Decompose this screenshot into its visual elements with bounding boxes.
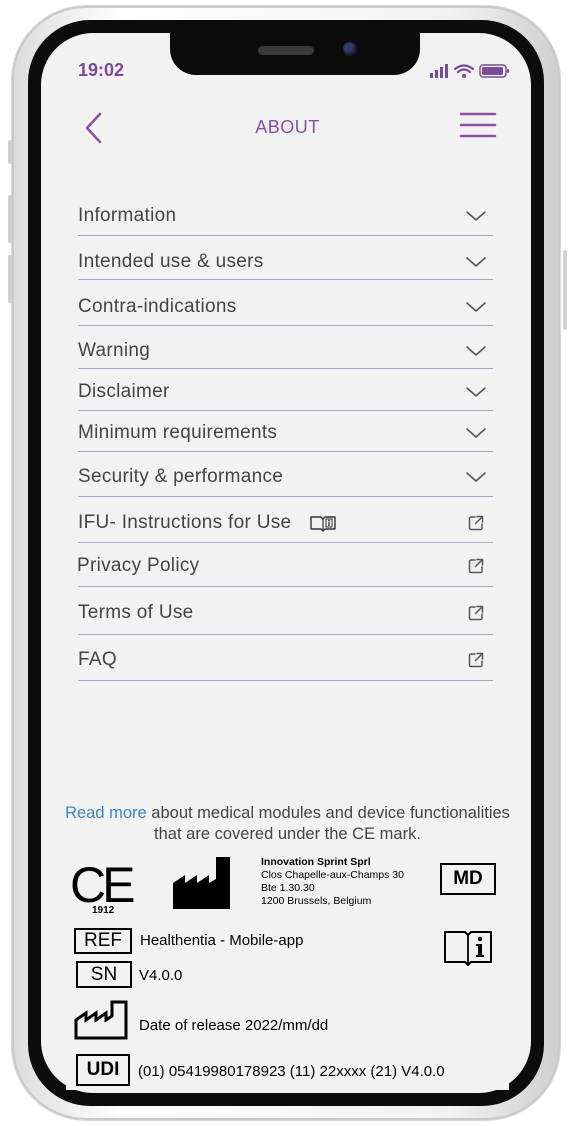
status-icons: [430, 64, 509, 78]
menu-item-label-group: IFU- Instructions for Use: [78, 512, 337, 534]
menu-item-terms-of-use[interactable]: Terms of Use: [78, 592, 493, 635]
ref-symbol: REF: [74, 928, 132, 954]
menu-item-privacy-policy[interactable]: Privacy Policy: [77, 546, 493, 587]
ce-info-body: about medical modules and device functio…: [146, 804, 510, 843]
ce-mark: CE: [70, 857, 135, 913]
wifi-icon-dot: [462, 74, 466, 78]
ifu-book-icon: [310, 515, 337, 532]
status-time: 19:02: [78, 60, 125, 80]
menu-item-intended-use[interactable]: Intended use & users: [78, 244, 493, 280]
manufacturer-address-line: Clos Chapelle-aux-Champs 30: [261, 869, 404, 881]
front-camera: [343, 42, 357, 56]
ifu-book-icon: [444, 931, 492, 966]
menu-item-warning[interactable]: Warning: [78, 333, 493, 369]
menu-item-minimum-requirements[interactable]: Minimum requirements: [78, 415, 493, 452]
udi-value: (01) 05419980178923 (11) 22xxxx (21) V4.…: [138, 1063, 445, 1080]
wifi-icon: [453, 64, 475, 74]
chevron-down-icon: [465, 422, 487, 444]
hamburger-menu-icon[interactable]: [459, 112, 497, 140]
menu-item-security-performance[interactable]: Security & performance: [78, 458, 493, 497]
chevron-down-icon: [465, 296, 487, 318]
menu-item-information[interactable]: Information: [78, 196, 493, 236]
ref-value: Healthentia - Mobile-app: [140, 932, 304, 949]
speaker-grille: [258, 46, 314, 55]
menu-item-label: Intended use & users: [78, 250, 264, 272]
phone-side-button: [563, 250, 567, 330]
chevron-down-icon: [465, 205, 487, 227]
external-link-icon[interactable]: [465, 555, 487, 577]
chevron-down-icon: [465, 251, 487, 273]
phone-side-button: [8, 140, 12, 164]
menu-item-contra-indications[interactable]: Contra-indications: [78, 288, 493, 326]
menu-item-label: Privacy Policy: [77, 555, 200, 576]
manufacturer-name: Innovation Sprint Sprl: [261, 856, 371, 868]
ce-info-text: Read more about medical modules and devi…: [60, 803, 515, 845]
signal-icon: [430, 64, 448, 78]
chevron-down-icon: [465, 340, 487, 362]
external-link-icon[interactable]: [465, 649, 487, 671]
menu-item-label: Disclaimer: [78, 380, 170, 402]
menu-item-label: Terms of Use: [78, 602, 194, 623]
manufacture-date-icon: [74, 1000, 128, 1040]
menu-item-label: FAQ: [78, 649, 117, 670]
menu-item-faq[interactable]: FAQ: [78, 640, 493, 681]
notified-body-number: 1912: [92, 905, 115, 916]
serial-number-symbol: SN: [76, 961, 132, 988]
menu-item-label: Contra-indications: [78, 295, 237, 317]
manufacturer-address: Innovation Sprint Sprl Clos Chapelle-aux…: [261, 856, 404, 908]
udi-symbol: UDI: [76, 1054, 130, 1086]
phone-side-button: [8, 195, 12, 243]
external-link-icon[interactable]: [465, 512, 487, 534]
menu-item-label: Security & performance: [78, 466, 284, 487]
chevron-down-icon: [465, 381, 487, 403]
battery-icon: [479, 64, 509, 78]
menu-item-label: Minimum requirements: [78, 422, 278, 443]
menu-item-label: Information: [78, 204, 177, 226]
menu-item-label: Warning: [78, 339, 151, 361]
read-more-link[interactable]: Read more: [65, 804, 147, 822]
external-link-icon[interactable]: [465, 602, 487, 624]
menu-item-label: IFU- Instructions for Use: [78, 511, 292, 533]
manufacturer-address-line: 1200 Brussels, Belgium: [261, 895, 372, 907]
phone-side-button: [8, 255, 12, 303]
manufacturer-address-line: Bte 1.30.30: [261, 882, 315, 894]
release-date: Date of release 2022/mm/dd: [139, 1017, 329, 1034]
menu-item-ifu[interactable]: IFU- Instructions for Use: [78, 503, 493, 543]
manufacturer-factory-icon: [173, 857, 230, 909]
chevron-down-icon: [465, 466, 487, 488]
menu-item-disclaimer[interactable]: Disclaimer: [78, 373, 493, 411]
serial-number-value: V4.0.0: [139, 967, 183, 984]
medical-device-symbol: MD: [440, 863, 496, 895]
